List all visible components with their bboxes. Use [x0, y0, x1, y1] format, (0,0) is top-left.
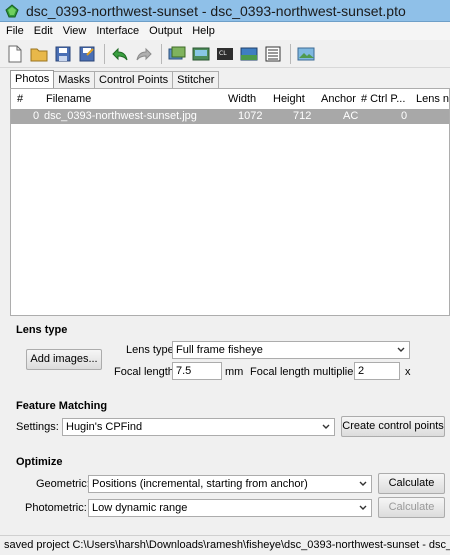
tab-bar: Photos Masks Control Points Stitcher [10, 70, 220, 89]
photometric-select[interactable]: Low dynamic range [88, 499, 372, 517]
feature-matching-heading: Feature Matching [16, 400, 108, 412]
window-title: dsc_0393-northwest-sunset - dsc_0393-nor… [26, 3, 406, 19]
toolbar-separator [290, 43, 291, 64]
lens-type-select[interactable]: Full frame fisheye [172, 341, 410, 359]
settings-label: Settings: [16, 421, 59, 433]
svg-text:CL: CL [219, 50, 227, 57]
new-project-button[interactable] [4, 43, 26, 65]
fast-preview-button[interactable] [295, 43, 317, 65]
preview-icon [240, 47, 258, 60]
undo-button[interactable] [109, 43, 131, 65]
table-row[interactable]: 0 dsc_0393-northwest-sunset.jpg 1072 712… [11, 109, 449, 124]
assistant-icon [192, 47, 210, 60]
list-header: # Filename Width Height Anchor # Ctrl P.… [11, 91, 449, 107]
chevron-down-icon [322, 424, 330, 429]
undo-arrow-icon [112, 47, 128, 60]
focal-length-unit: mm [225, 366, 244, 378]
tab-stitcher[interactable]: Stitcher [172, 71, 220, 88]
save-as-button[interactable] [76, 43, 98, 65]
column-header-height[interactable]: Height [273, 93, 305, 105]
control-points-button[interactable]: CL [214, 43, 236, 65]
cp-detector-select[interactable]: Hugin's CPFind [62, 418, 335, 436]
lens-type-heading: Lens type [16, 324, 68, 336]
status-text: saved project C:\Users\harsh\Downloads\r… [4, 539, 450, 551]
menu-edit[interactable]: Edit [34, 25, 53, 37]
chevron-down-icon [359, 481, 367, 486]
tab-photos[interactable]: Photos [10, 70, 55, 89]
fast-preview-icon [297, 47, 315, 60]
focal-length-input[interactable]: 7.5 [172, 362, 222, 380]
cell-ctrl-points: 0 [401, 110, 408, 122]
preview-button[interactable] [238, 43, 260, 65]
create-control-points-button[interactable]: Create control points [341, 416, 445, 437]
menu-help[interactable]: Help [192, 25, 215, 37]
cell-anchor: AC [343, 110, 359, 122]
list-icon [265, 46, 281, 61]
multiplier-unit: x [405, 366, 411, 378]
geometric-select[interactable]: Positions (incremental, starting from an… [88, 475, 372, 493]
lens-type-value: Full frame fisheye [176, 344, 263, 356]
list-view-button[interactable] [262, 43, 284, 65]
photos-list[interactable]: # Filename Width Height Anchor # Ctrl P.… [10, 88, 450, 316]
save-icon [55, 46, 71, 61]
column-header-width[interactable]: Width [228, 93, 256, 105]
save-as-icon [79, 46, 95, 61]
column-header-anchor[interactable]: Anchor [321, 93, 356, 105]
cell-index: 0 [33, 110, 40, 122]
column-header-ctrl-points[interactable]: # Ctrl P... [361, 93, 405, 105]
control-points-icon: CL [217, 47, 233, 60]
geometric-value: Positions (incremental, starting from an… [92, 478, 308, 490]
status-bar: saved project C:\Users\harsh\Downloads\r… [0, 535, 450, 555]
lens-type-label: Lens type: [126, 344, 177, 356]
assistant-button[interactable] [190, 43, 212, 65]
new-document-icon [8, 45, 22, 62]
save-project-button[interactable] [52, 43, 74, 65]
cell-width: 1072 [238, 110, 263, 122]
add-images-toolbar-button[interactable] [166, 43, 188, 65]
menu-view[interactable]: View [63, 25, 87, 37]
chevron-down-icon [359, 505, 367, 510]
chevron-down-icon [397, 347, 405, 352]
geometric-calculate-button[interactable]: Calculate [378, 473, 445, 494]
menu-interface[interactable]: Interface [96, 25, 139, 37]
photometric-value: Low dynamic range [92, 502, 188, 514]
redo-button[interactable] [133, 43, 155, 65]
photometric-label: Photometric: [25, 502, 87, 514]
redo-arrow-icon [136, 47, 152, 60]
menu-bar: File Edit View Interface Output Help [0, 22, 450, 40]
focal-length-label: Focal length: [114, 366, 177, 378]
multiplier-label: Focal length multiplier: [250, 366, 361, 378]
cell-height: 712 [293, 110, 312, 122]
toolbar-separator [161, 43, 162, 64]
tab-masks[interactable]: Masks [53, 71, 96, 88]
cp-detector-value: Hugin's CPFind [66, 421, 143, 433]
multiplier-input[interactable]: 2 [354, 362, 400, 380]
optimize-heading: Optimize [16, 456, 63, 468]
tab-control-points[interactable]: Control Points [94, 71, 174, 88]
menu-file[interactable]: File [6, 25, 24, 37]
open-project-button[interactable] [28, 43, 50, 65]
title-bar: dsc_0393-northwest-sunset - dsc_0393-nor… [0, 0, 450, 22]
toolbar: CL [0, 40, 450, 68]
photometric-calculate-button[interactable]: Calculate [378, 497, 445, 518]
add-images-button[interactable]: Add images... [26, 349, 102, 370]
column-header-index[interactable]: # [17, 93, 23, 105]
toolbar-separator [104, 43, 105, 64]
menu-output[interactable]: Output [149, 25, 182, 37]
column-header-lens-no[interactable]: Lens no [416, 93, 449, 105]
open-folder-icon [30, 48, 48, 61]
column-header-filename[interactable]: Filename [46, 93, 91, 105]
geometric-label: Geometric: [36, 478, 90, 490]
cell-filename: dsc_0393-northwest-sunset.jpg [44, 110, 197, 122]
hugin-app-icon [5, 4, 19, 18]
add-images-icon [168, 46, 186, 59]
